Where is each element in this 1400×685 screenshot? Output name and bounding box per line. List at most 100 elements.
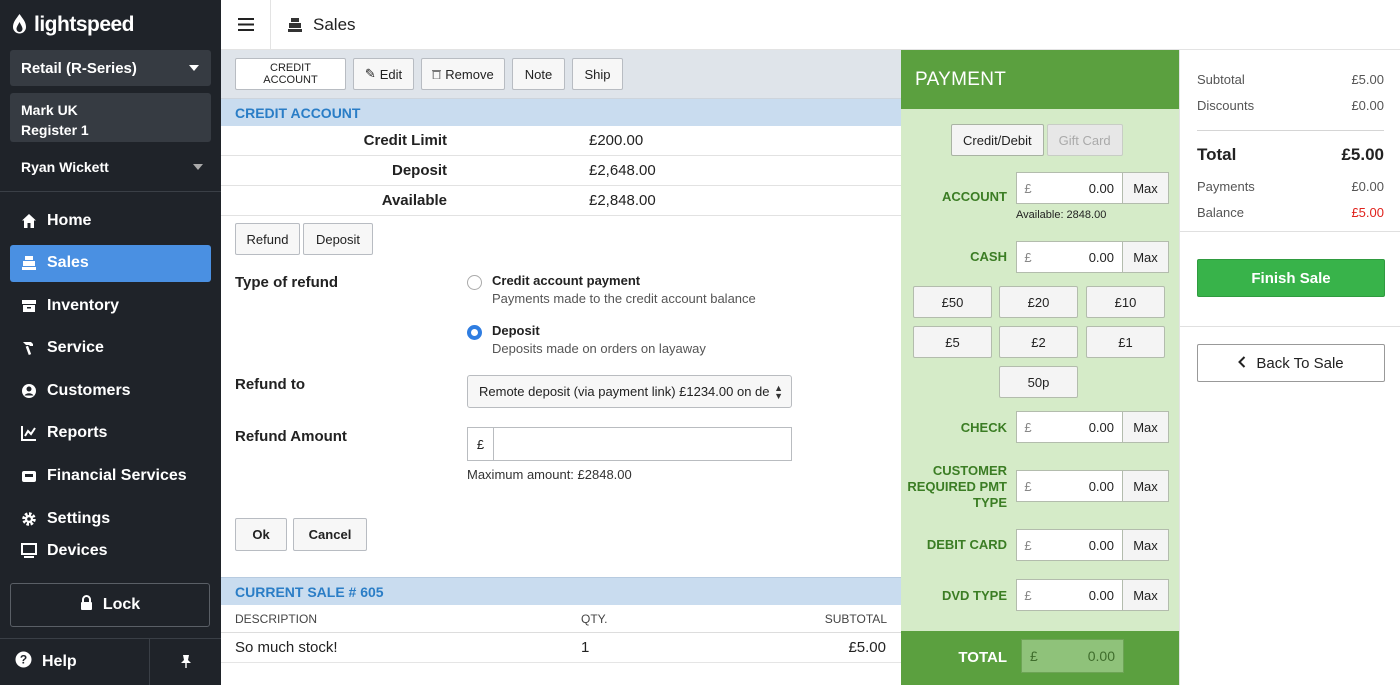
sidebar-item-service[interactable]: Service xyxy=(10,330,211,367)
cash-amount[interactable]: 0.00 xyxy=(1033,242,1122,272)
account-amount[interactable]: 0.00 xyxy=(1033,173,1122,203)
debit-card-label: DEBIT CARD xyxy=(926,537,1007,552)
sidebar-item-label: Financial Services xyxy=(47,467,187,485)
sidebar-item-devices[interactable]: Devices xyxy=(10,537,211,565)
summary-divider xyxy=(1180,231,1400,232)
cash-label: CASH xyxy=(970,249,1007,264)
credit-account-button[interactable]: CREDIT ACCOUNT xyxy=(235,58,346,90)
top-bar: Sales xyxy=(221,0,1400,50)
customer-required-pmt-field[interactable]: £ 0.00 Max xyxy=(1016,470,1169,502)
register-box[interactable]: Mark UK Register 1 xyxy=(10,93,211,142)
lock-button[interactable]: Lock xyxy=(10,583,210,627)
tab-gift-card[interactable]: Gift Card xyxy=(1046,124,1123,156)
ship-button[interactable]: Ship xyxy=(572,58,623,90)
payments-value: £0.00 xyxy=(1351,179,1384,194)
payment-panel: PAYMENT Credit/Debit Gift Card ACCOUNT £… xyxy=(901,50,1179,685)
sidebar-nav: Home Sales Inventory Service Customers R… xyxy=(0,202,221,565)
cash-payment-field[interactable]: £ 0.00 Max xyxy=(1016,241,1169,273)
dvd-type-amount[interactable]: 0.00 xyxy=(1033,580,1122,610)
sidebar-item-home[interactable]: Home xyxy=(10,202,211,239)
page-title: Sales xyxy=(271,15,356,35)
label-line: TYPE xyxy=(973,495,1007,510)
discounts-value: £0.00 xyxy=(1351,98,1384,113)
dvd-type-payment-field[interactable]: £ 0.00 Max xyxy=(1016,579,1169,611)
radio-credit-account[interactable] xyxy=(467,275,482,290)
cash-denomination-button[interactable]: £20 xyxy=(999,286,1078,318)
sidebar-item-financial-services[interactable]: Financial Services xyxy=(10,458,211,495)
check-amount[interactable]: 0.00 xyxy=(1033,412,1122,442)
subtotal-row: Subtotal £5.00 xyxy=(1197,72,1384,87)
refund-option-credit[interactable]: Credit account payment Payments made to … xyxy=(467,273,756,306)
back-to-sale-button[interactable]: Back To Sale xyxy=(1197,344,1385,382)
sidebar-item-sales[interactable]: Sales xyxy=(10,244,211,282)
check-label: CHECK xyxy=(960,420,1007,435)
tab-deposit[interactable]: Deposit xyxy=(303,223,373,255)
help-button[interactable]: ? Help xyxy=(0,639,150,685)
refund-amount-value[interactable] xyxy=(494,428,791,460)
type-of-refund-label: Type of refund xyxy=(235,274,339,291)
sidebar-item-label: Home xyxy=(47,211,92,229)
lock-label: Lock xyxy=(102,596,141,613)
debit-card-amount[interactable]: 0.00 xyxy=(1033,530,1122,560)
check-max-button[interactable]: Max xyxy=(1122,412,1168,442)
tab-refund[interactable]: Refund xyxy=(235,223,300,255)
sidebar-item-settings[interactable]: Settings xyxy=(10,500,211,537)
credit-row-label: Credit Limit xyxy=(363,132,447,149)
tab-credit-debit[interactable]: Credit/Debit xyxy=(951,124,1044,156)
check-payment-field[interactable]: £ 0.00 Max xyxy=(1016,411,1169,443)
cash-denomination-button[interactable]: 50p xyxy=(999,366,1078,398)
finish-sale-button[interactable]: Finish Sale xyxy=(1197,259,1385,297)
sale-summary: Subtotal £5.00 Discounts £0.00 Total £5.… xyxy=(1179,50,1400,685)
hammer-icon xyxy=(20,340,37,357)
debit-card-payment-field[interactable]: £ 0.00 Max xyxy=(1016,529,1169,561)
refund-option-deposit[interactable]: Deposit Deposits made on orders on layaw… xyxy=(467,323,706,356)
sidebar-item-label: Inventory xyxy=(47,296,120,314)
sidebar-item-reports[interactable]: Reports xyxy=(10,415,211,452)
ok-button[interactable]: Ok xyxy=(235,518,287,551)
col-qty: QTY. xyxy=(581,611,608,626)
sidebar-item-label: Settings xyxy=(47,509,111,527)
customer-required-pmt-amount[interactable]: 0.00 xyxy=(1033,471,1122,501)
currency-symbol: £ xyxy=(1024,419,1032,435)
credit-account-header: CREDIT ACCOUNT xyxy=(221,99,901,126)
sidebar-item-customers[interactable]: Customers xyxy=(10,372,211,409)
refund-amount-field[interactable]: £ xyxy=(467,427,792,461)
svg-text:?: ? xyxy=(20,653,27,667)
hamburger-icon xyxy=(237,18,254,31)
item-description[interactable]: So much stock! xyxy=(235,639,581,656)
cash-max-button[interactable]: Max xyxy=(1122,242,1168,272)
radio-text: Credit account payment Payments made to … xyxy=(492,273,756,306)
note-button[interactable]: Note xyxy=(512,58,565,90)
cash-denomination-button[interactable]: £2 xyxy=(999,326,1078,358)
balance-value: £5.00 xyxy=(1351,205,1384,220)
dvd-type-max-button[interactable]: Max xyxy=(1122,580,1168,610)
cash-denomination-button[interactable]: £5 xyxy=(913,326,992,358)
debit-card-max-button[interactable]: Max xyxy=(1122,530,1168,560)
remove-button[interactable]: Remove xyxy=(421,58,505,90)
register-icon xyxy=(20,255,37,272)
cash-denomination-button[interactable]: £50 xyxy=(913,286,992,318)
user-menu[interactable]: Ryan Wickett xyxy=(10,150,211,183)
edit-button[interactable]: ✎ Edit xyxy=(353,58,414,90)
brand-logo[interactable]: lightspeed xyxy=(0,0,221,50)
menu-toggle-button[interactable] xyxy=(221,0,271,50)
cancel-button[interactable]: Cancel xyxy=(293,518,367,551)
sale-toolbar: CREDIT ACCOUNT ✎ Edit Remove Note Ship xyxy=(221,50,901,99)
table-row[interactable]: So much stock! 1 £5.00 xyxy=(221,633,901,663)
customer-required-pmt-max-button[interactable]: Max xyxy=(1122,471,1168,501)
sidebar-item-label: Customers xyxy=(47,381,131,399)
store-select[interactable]: Retail (R-Series) xyxy=(10,50,211,86)
refund-to-select[interactable]: Remote deposit (via payment link) £1234.… xyxy=(467,375,792,408)
account-payment-field[interactable]: £ 0.00 Max xyxy=(1016,172,1169,204)
sidebar-item-inventory[interactable]: Inventory xyxy=(10,287,211,324)
pin-icon xyxy=(180,654,192,671)
cash-denomination-button[interactable]: £10 xyxy=(1086,286,1165,318)
radio-deposit[interactable] xyxy=(467,325,482,340)
account-max-button[interactable]: Max xyxy=(1122,173,1168,203)
sidebar-item-label: Service xyxy=(47,339,104,357)
chevron-down-icon xyxy=(189,65,199,71)
payments-label: Payments xyxy=(1197,179,1255,194)
pin-button[interactable] xyxy=(150,639,221,685)
cash-denomination-button[interactable]: £1 xyxy=(1086,326,1165,358)
subtotal-label: Subtotal xyxy=(1197,72,1245,87)
